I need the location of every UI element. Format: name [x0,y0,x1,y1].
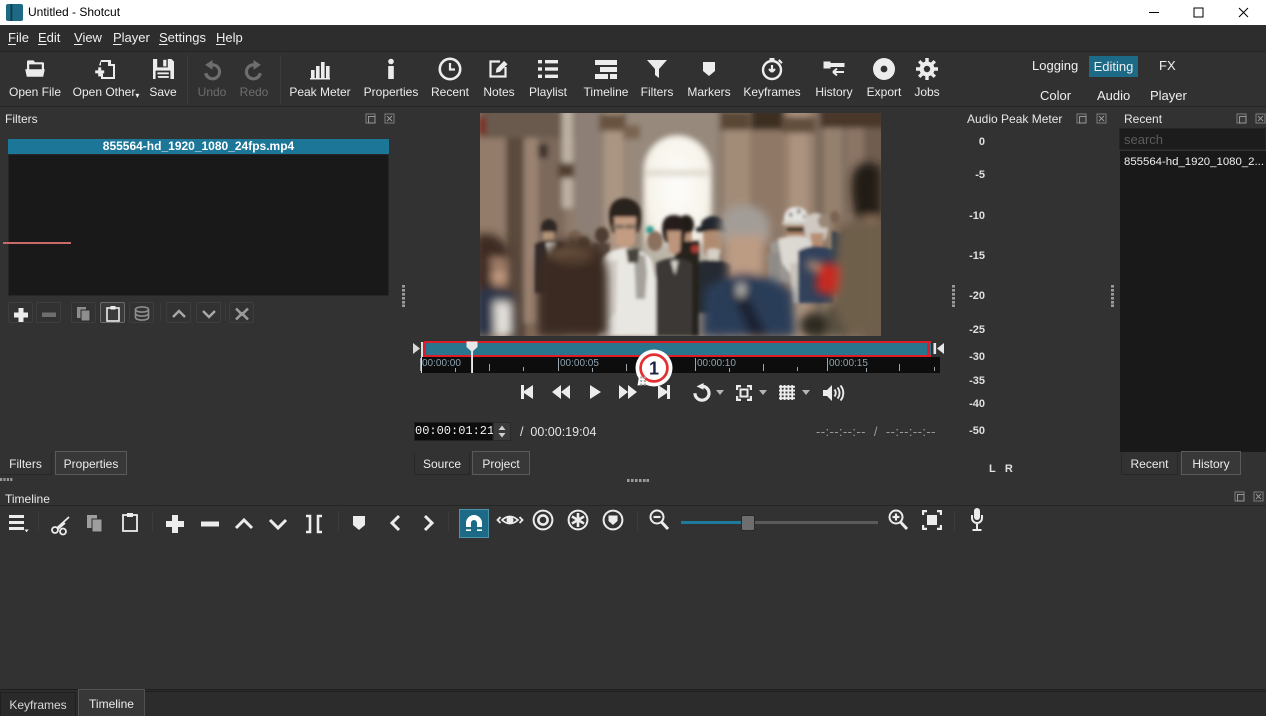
svg-text:1: 1 [649,359,659,379]
